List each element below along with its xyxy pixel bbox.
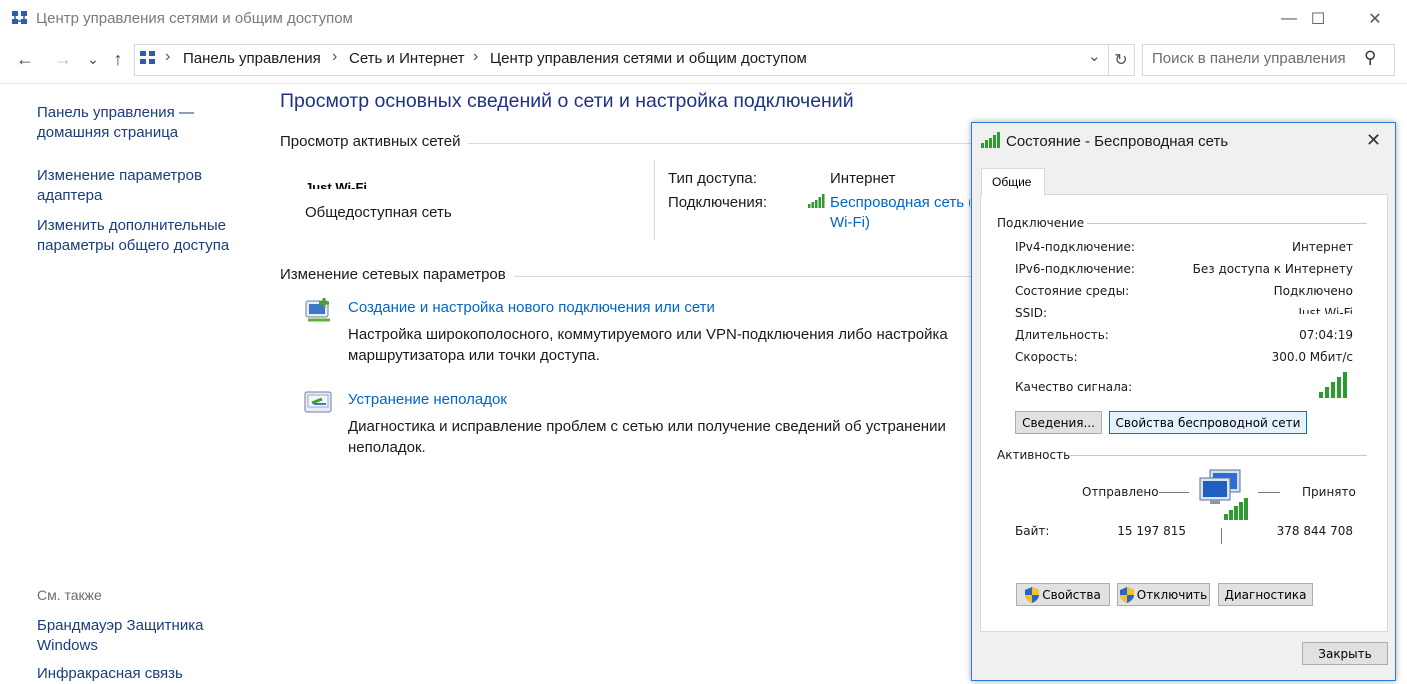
diagnose-button[interactable]: Диагностика	[1218, 583, 1313, 606]
sidebar-link-infrared[interactable]: Инфракрасная связь	[37, 664, 237, 684]
speed-label: Скорость:	[1015, 350, 1078, 364]
dialog-close-icon[interactable]: ✕	[1366, 130, 1381, 151]
address-dropdown-icon[interactable]: ⌄	[1088, 47, 1101, 65]
recent-locations-button[interactable]: ⌄	[80, 46, 106, 72]
tab-general-label: Общие	[992, 175, 1032, 189]
network-type-link[interactable]: Общедоступная сеть	[305, 204, 452, 221]
details-button[interactable]: Сведения...	[1015, 411, 1102, 434]
back-button[interactable]: ←	[12, 46, 38, 72]
connections-label: Подключения:	[668, 194, 768, 211]
signal-quality-icon	[1318, 372, 1350, 398]
location-icon	[139, 49, 157, 67]
shield-icon	[1025, 586, 1040, 603]
breadcrumb-network-internet[interactable]: Сеть и Интернет	[349, 50, 465, 67]
activity-group-label: Активность	[997, 448, 1071, 462]
vertical-divider	[654, 160, 655, 240]
connection-link[interactable]: Беспроводная сеть (	[830, 194, 970, 211]
bytes-received-value: 378 844 708	[1276, 524, 1353, 538]
connection-group-label: Подключение	[997, 216, 1085, 230]
bytes-sent-value: 15 197 815	[1117, 524, 1186, 538]
search-placeholder: Поиск в панели управления	[1152, 50, 1346, 67]
properties-button-label: Свойства	[1042, 587, 1101, 602]
ssid-label: SSID:	[1015, 306, 1048, 320]
active-networks-heading: Просмотр активных сетей	[280, 133, 461, 150]
ipv4-value: Интернет	[1291, 240, 1353, 254]
wireless-properties-button[interactable]: Свойства беспроводной сети	[1109, 411, 1307, 434]
close-window-button[interactable]: ✕	[1352, 0, 1398, 38]
sidebar-link-sharing-settings[interactable]: Изменить дополнительные параметры общего…	[37, 216, 252, 256]
troubleshoot-icon	[304, 390, 334, 416]
ipv6-label: IPv6-подключение:	[1015, 262, 1135, 276]
duration-value: 07:04:19	[1299, 328, 1353, 342]
group-divider	[1087, 223, 1367, 224]
breadcrumb-network-center[interactable]: Центр управления сетями и общим доступом	[490, 50, 807, 67]
window-title: Центр управления сетями и общим доступом	[36, 10, 353, 27]
wifi-signal-icon	[808, 194, 826, 208]
setup-new-connection-link[interactable]: Создание и настройка нового подключения …	[348, 299, 715, 316]
sent-label: Отправлено	[1082, 485, 1159, 499]
search-icon[interactable]: ⚲	[1364, 48, 1376, 68]
access-type-label: Тип доступа:	[668, 170, 757, 187]
connection-link-cont[interactable]: Wi-Fi)	[830, 214, 870, 231]
setup-new-connection-desc: Настройка широкополосного, коммутируемог…	[348, 326, 948, 364]
ssid-value: Just Wi-Fi	[1298, 306, 1353, 314]
received-label: Принято	[1302, 485, 1356, 499]
disable-button-label: Отключить	[1136, 587, 1208, 602]
control-panel-icon	[11, 9, 29, 27]
media-state-value: Подключено	[1273, 284, 1353, 298]
troubleshoot-link[interactable]: Устранение неполадок	[348, 391, 507, 408]
sidebar-link-adapter-settings[interactable]: Изменение параметров адаптера	[37, 166, 227, 206]
section-divider	[514, 276, 971, 277]
properties-button[interactable]: Свойства	[1016, 583, 1110, 606]
forward-button[interactable]: →	[50, 46, 76, 72]
media-state-label: Состояние среды:	[1015, 284, 1130, 298]
change-settings-heading: Изменение сетевых параметров	[280, 266, 506, 283]
refresh-button[interactable]: ↻	[1108, 44, 1135, 76]
wifi-signal-icon	[981, 132, 1001, 148]
sidebar-link-home[interactable]: Панель управления — домашняя страница	[37, 103, 217, 143]
ipv6-value: Без доступа к Интернету	[1192, 262, 1353, 276]
page-title: Просмотр основных сведений о сети и наст…	[280, 90, 854, 112]
troubleshoot-desc: Диагностика и исправление проблем с сеть…	[348, 418, 946, 456]
sent-line	[1159, 492, 1189, 493]
divider	[0, 83, 1407, 84]
up-button[interactable]: ↑	[105, 46, 131, 72]
close-button[interactable]: Закрыть	[1302, 642, 1388, 665]
sidebar-link-firewall[interactable]: Брандмауэр Защитника Windows	[37, 616, 227, 656]
breadcrumb-control-panel[interactable]: Панель управления	[183, 50, 321, 67]
speed-value: 300.0 Мбит/с	[1271, 350, 1353, 364]
see-also-heading: См. также	[37, 587, 102, 603]
section-divider	[468, 143, 971, 144]
activity-divider	[1221, 528, 1222, 544]
breadcrumb-separator: ›	[473, 48, 479, 65]
maximize-button[interactable]: ☐	[1295, 0, 1341, 38]
network-name: Just Wi-Fi	[305, 180, 367, 189]
dialog-title: Состояние - Беспроводная сеть	[1006, 133, 1229, 150]
breadcrumb-separator: ›	[332, 48, 338, 65]
disable-button[interactable]: Отключить	[1117, 583, 1210, 606]
bytes-label: Байт:	[1015, 524, 1050, 538]
shield-icon	[1119, 586, 1134, 603]
group-divider	[1070, 455, 1367, 456]
ipv4-label: IPv4-подключение:	[1015, 240, 1135, 254]
network-activity-icon	[1196, 468, 1258, 524]
access-type-value: Интернет	[830, 170, 896, 187]
signal-quality-label: Качество сигнала:	[1015, 380, 1133, 394]
breadcrumb-separator: ›	[165, 48, 171, 65]
new-connection-icon	[304, 298, 334, 326]
duration-label: Длительность:	[1015, 328, 1109, 342]
received-line	[1258, 492, 1280, 493]
